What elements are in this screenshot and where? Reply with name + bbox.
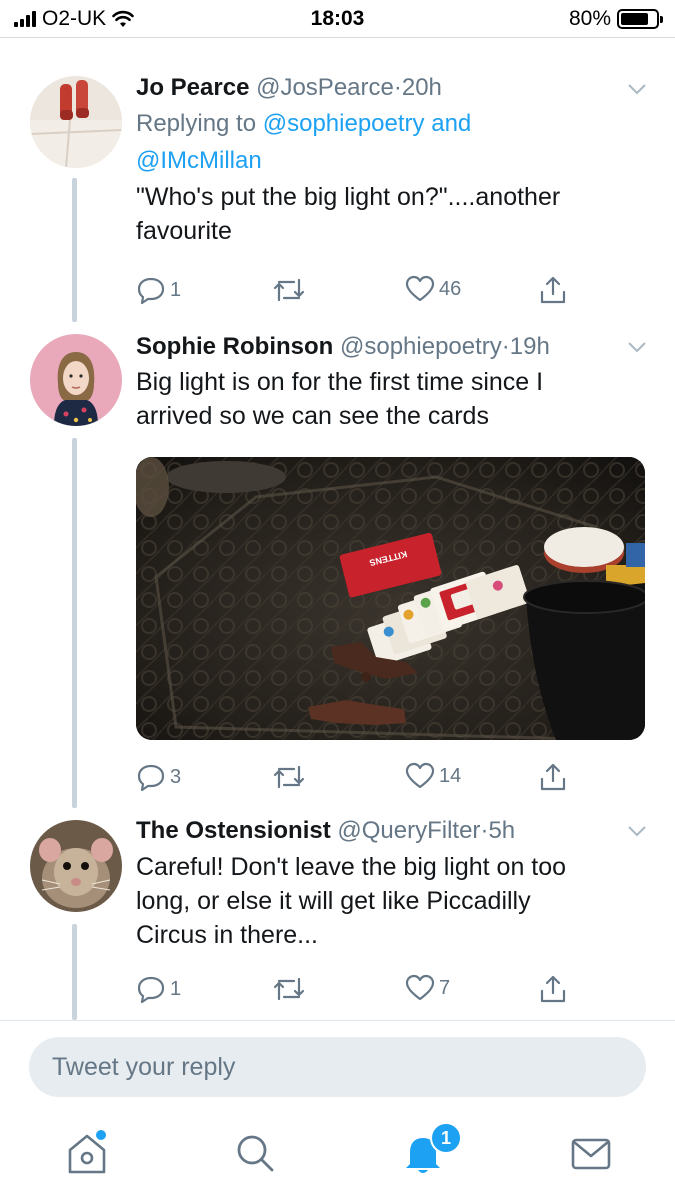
search-icon[interactable] (230, 1128, 280, 1178)
share-icon (540, 763, 566, 791)
battery-icon (617, 9, 663, 29)
reply-mention-2[interactable]: @IMcMillan (136, 147, 262, 174)
share-button[interactable] (538, 762, 568, 792)
avatar-image (30, 334, 122, 426)
avatar-image (30, 820, 122, 912)
status-divider (0, 37, 675, 38)
battery-level-fill (621, 13, 649, 25)
thread-line (72, 924, 77, 1020)
author-handle[interactable]: @QueryFilter (337, 817, 480, 844)
reply-icon (137, 277, 165, 305)
avatar-the-ostensionist[interactable] (30, 820, 122, 912)
tweet-age: 5h (488, 817, 516, 844)
tweet-text-line: "Who's put the big light on?"....another (136, 183, 561, 211)
heart-icon (405, 762, 435, 789)
tweet-2-actions: 3 14 (136, 762, 576, 796)
author-name[interactable]: Sophie Robinson (136, 333, 333, 360)
reply-mention-joiner[interactable]: and (431, 110, 471, 137)
reply-count: 3 (170, 765, 182, 788)
author-name[interactable]: Jo Pearce (136, 74, 249, 101)
like-button[interactable]: 14 (405, 762, 461, 790)
avatar-image (30, 76, 122, 168)
reply-button[interactable]: 3 (136, 762, 181, 792)
battery-tip (660, 16, 663, 23)
tweet-1-body: Jo Pearce @JosPearce·20h Replying to @so… (136, 72, 645, 248)
tweet-text-line: Careful! Don't leave the big light on to… (136, 853, 567, 881)
retweet-icon (273, 278, 305, 302)
share-icon (540, 276, 566, 304)
like-button[interactable]: 7 (405, 974, 450, 1002)
like-button[interactable]: 46 (405, 275, 461, 303)
reply-icon (137, 764, 165, 792)
author-handle[interactable]: @JosPearce (256, 74, 394, 101)
tweet-text-line: long, or else it will get like Piccadill… (136, 887, 531, 915)
heart-icon (405, 974, 435, 1001)
replying-to-line-2: @IMcMillan (136, 142, 645, 179)
photo-card-game-table: KITTENS (136, 457, 645, 740)
tweet-age: 19h (509, 333, 550, 360)
tweet-reply-input[interactable]: Tweet your reply (29, 1037, 646, 1097)
tweet-2-body: Sophie Robinson @sophiepoetry·19h Big li… (136, 331, 645, 433)
retweet-button[interactable] (272, 762, 310, 792)
like-count: 7 (439, 976, 451, 999)
tweet-header: Jo Pearce @JosPearce·20h (136, 72, 645, 104)
thread-line (72, 178, 77, 322)
reply-count: 1 (170, 278, 182, 301)
tweet-age: 20h (401, 74, 442, 101)
reply-count: 1 (170, 977, 182, 1000)
replying-to: Replying to @sophiepoetry and (136, 105, 645, 142)
like-count: 46 (439, 277, 462, 300)
share-button[interactable] (538, 974, 568, 1004)
reply-mention-1[interactable]: @sophiepoetry (263, 110, 425, 137)
avatar-jo-pearce[interactable] (30, 76, 122, 168)
tweet-3-actions: 1 7 (136, 974, 576, 1008)
tweet-text-line: Big light is on for the first time since… (136, 368, 544, 396)
avatar-sophie-robinson[interactable] (30, 334, 122, 426)
status-bar: O2-UK 18:03 80% (0, 0, 675, 38)
like-count: 14 (439, 764, 462, 787)
retweet-icon (273, 765, 305, 789)
separator-dot: · (393, 74, 402, 101)
tweet-text: Big light is on for the first time since… (136, 365, 645, 433)
share-icon (540, 975, 566, 1003)
author-handle[interactable]: @sophiepoetry (340, 333, 502, 360)
status-right: 80% (568, 7, 663, 31)
retweet-icon (273, 977, 305, 1001)
reply-button[interactable]: 1 (136, 974, 181, 1004)
reply-button[interactable]: 1 (136, 275, 181, 305)
twitter-thread-screen: O2-UK 18:03 80% Jo Pearce @JosPearce·20h… (0, 0, 675, 1200)
share-button[interactable] (538, 275, 568, 305)
tweet-photo[interactable]: KITTENS (136, 457, 645, 740)
tweet-header: Sophie Robinson @sophiepoetry·19h (136, 331, 645, 363)
messages-envelope-icon[interactable] (566, 1128, 616, 1178)
retweet-button[interactable] (272, 275, 310, 305)
replying-to-label: Replying to (136, 110, 257, 137)
tweet-text-line: Circus in there... (136, 921, 319, 949)
tweet-text-line: arrived so we can see the cards (136, 402, 489, 430)
tweet-text: "Who's put the big light on?"....another… (136, 180, 645, 248)
notifications-badge: 1 (430, 1122, 462, 1154)
home-new-content-dot (96, 1130, 106, 1140)
thread-line (72, 438, 77, 808)
tweet-3-body: The Ostensionist @QueryFilter·5h Careful… (136, 815, 645, 952)
reply-icon (137, 976, 165, 1004)
bottom-tab-bar (0, 1108, 675, 1200)
tweet-text: Careful! Don't leave the big light on to… (136, 850, 645, 952)
tweet-header: The Ostensionist @QueryFilter·5h (136, 815, 645, 847)
heart-icon (405, 275, 435, 302)
tweet-text-line: favourite (136, 217, 232, 245)
tweet-1-actions: 1 46 (136, 275, 576, 309)
retweet-button[interactable] (272, 974, 310, 1004)
separator-dot: · (501, 333, 510, 360)
battery-percent: 80% (568, 7, 611, 30)
reply-divider (0, 1020, 675, 1021)
author-name[interactable]: The Ostensionist (136, 817, 331, 844)
